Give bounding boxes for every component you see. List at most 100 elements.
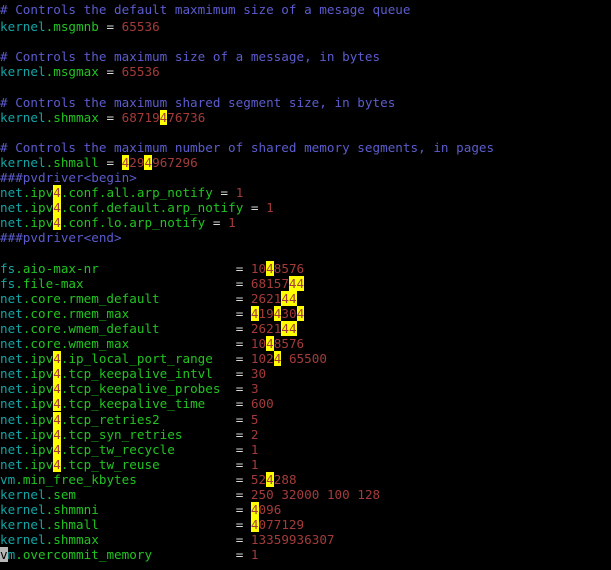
search-highlight: 4 (144, 154, 153, 170)
config-key: .shmmax (45, 532, 99, 548)
sysctl-value-row: fs.aio-max-nr = 1048576 (0, 260, 611, 276)
config-key: net (0, 215, 23, 231)
equals-sign: = (235, 381, 244, 397)
config-key: net (0, 441, 23, 457)
sysctl-value-row: net.ipv4.tcp_syn_retries = 2 (0, 426, 611, 442)
config-value: 600 (250, 396, 274, 412)
config-key: .ipv4.tcp_keepalive_intvl (22, 366, 213, 382)
sysctl-value-row: net.ipv4.tcp_keepalive_intvl = 30 (0, 366, 611, 382)
equals-sign: = (235, 366, 244, 382)
search-highlight: 4 (266, 336, 274, 352)
config-key: fs (0, 275, 16, 291)
comment-text: ###pvdriver<end> (0, 230, 122, 246)
search-highlight: 4 (53, 381, 61, 397)
config-key: .core.wmem_default (22, 320, 160, 336)
equals-sign: = (235, 487, 244, 502)
config-key: kernel (0, 64, 46, 80)
config-key: net (0, 200, 23, 216)
search-highlight: 4 (53, 185, 61, 201)
config-assignment-line: net.ipv4.conf.default.arp_notify = 1 (0, 200, 611, 216)
equals-sign: = (235, 547, 244, 563)
config-key: .ipv4.tcp_tw_recycle (22, 441, 175, 457)
sysctl-value-row: net.ipv4.ip_local_port_range = 1024 6550… (0, 351, 611, 367)
search-highlight: 4 (288, 275, 297, 291)
config-key: .file-max (15, 275, 84, 291)
search-highlight: 4 (288, 290, 297, 306)
config-key: kernel (0, 154, 46, 170)
equals-sign: = (235, 441, 244, 457)
search-highlight: 4 (53, 456, 61, 472)
config-value: 30 (250, 366, 267, 382)
config-key: .msgmax (45, 64, 99, 80)
equals-sign: = (235, 336, 244, 352)
config-key: .core.wmem_max (22, 336, 130, 352)
config-value: 4194304 (250, 305, 305, 321)
equals-sign: = (205, 215, 229, 231)
equals-sign: = (235, 471, 244, 487)
config-value: 4294967296 (121, 154, 198, 170)
config-key: net (0, 456, 23, 472)
search-highlight: 4 (296, 275, 305, 291)
sysctl-value-row: net.ipv4.tcp_tw_recycle = 1 (0, 441, 611, 457)
config-value: 4096 (250, 502, 282, 518)
sysctl-value-row: net.core.rmem_default = 262144 (0, 290, 611, 306)
search-highlight: 4 (266, 260, 274, 276)
equals-sign: = (235, 396, 244, 412)
config-key: .overcommit_memory (15, 547, 153, 563)
equals-sign: = (212, 185, 236, 201)
equals-sign: = (235, 426, 244, 442)
comment-text: ###pvdriver<begin> (0, 170, 137, 186)
config-key: net (0, 381, 23, 397)
config-value: 1024 65500 (250, 351, 327, 367)
config-key: .ipv4.conf.all.arp_notify (22, 185, 213, 201)
config-key: .ipv4.conf.default.arp_notify (22, 200, 244, 216)
config-key: .ipv4.ip_local_port_range (22, 351, 213, 367)
sysctl-value-row: fs.file-max = 6815744 (0, 275, 611, 291)
equals-sign: = (235, 275, 244, 291)
config-key: .ipv4.tcp_retries2 (22, 411, 160, 427)
sysctl-value-row: net.ipv4.tcp_keepalive_time = 600 (0, 396, 611, 412)
config-value: 1 (235, 185, 244, 201)
equals-sign: = (235, 517, 244, 533)
config-value: 262144 (250, 320, 297, 336)
search-highlight: 4 (53, 441, 61, 457)
search-highlight: 4 (53, 215, 61, 231)
config-key: net (0, 185, 23, 201)
comment-line: # Controls the maximum shared segment si… (0, 95, 611, 110)
sysctl-value-row: net.core.wmem_default = 262144 (0, 320, 611, 336)
equals-sign: = (235, 532, 244, 548)
config-key: net (0, 366, 23, 382)
config-key: .msgmnb (45, 19, 99, 35)
comment-line: # Controls the maximum size of a message… (0, 49, 611, 64)
equals-sign: = (243, 200, 267, 216)
config-key: net (0, 320, 23, 336)
search-highlight: 4 (250, 517, 259, 533)
sysctl-value-row: vm.overcommit_memory = 1 (0, 547, 611, 563)
comment-text: # Controls the maximum shared segment si… (0, 94, 396, 110)
search-highlight: 4 (266, 471, 274, 487)
comment-line: ###pvdriver<end> (0, 230, 611, 245)
config-value: 1 (228, 215, 236, 231)
config-key: kernel (0, 532, 46, 548)
config-key: kernel (0, 502, 46, 518)
search-highlight: 4 (53, 200, 61, 216)
search-highlight: 4 (250, 502, 259, 518)
config-value: 4077129 (250, 517, 305, 533)
sysctl-value-row: kernel.shmall = 4077129 (0, 517, 611, 533)
config-assignment-line: kernel.msgmax = 65536 (0, 64, 611, 79)
config-key: net (0, 426, 23, 442)
config-key: net (0, 351, 23, 367)
config-key: .ipv4.tcp_tw_reuse (22, 456, 160, 472)
sysctl-value-row: net.ipv4.tcp_tw_reuse = 1 (0, 456, 611, 472)
search-highlight: 4 (159, 109, 168, 125)
comment-text: # Controls the default maxmimum size of … (0, 2, 411, 17)
sysctl-value-row: kernel.shmmax = 13359936307 (0, 532, 611, 547)
equals-sign: = (235, 290, 244, 306)
search-highlight: 4 (53, 396, 61, 412)
sysctl-value-row: net.core.wmem_max = 1048576 (0, 336, 611, 352)
search-highlight: 4 (53, 411, 61, 427)
equals-sign: = (235, 351, 244, 367)
terminal-window[interactable]: # Controls the default maxmimum size of … (0, 0, 611, 570)
